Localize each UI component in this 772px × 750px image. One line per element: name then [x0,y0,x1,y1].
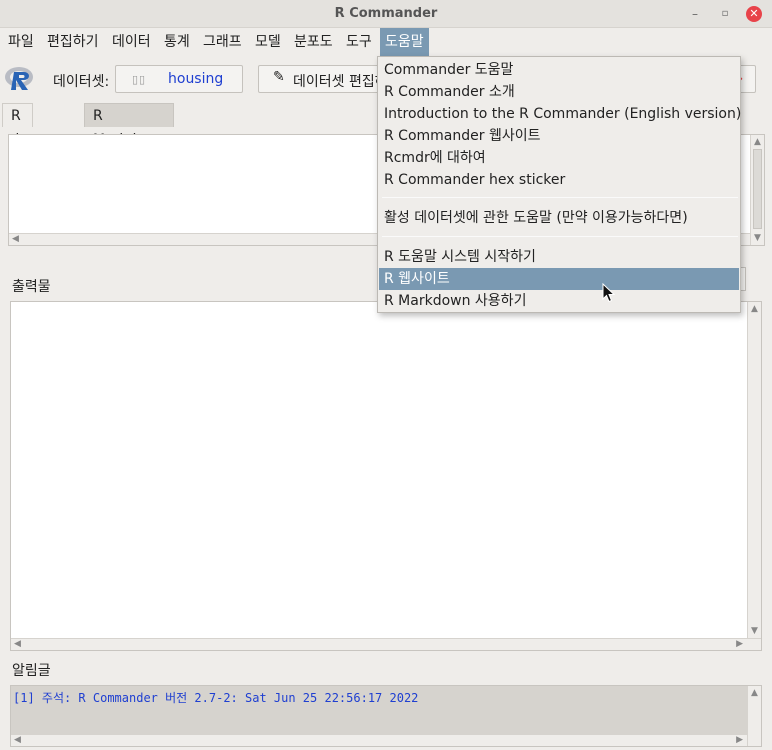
window-title: R Commander [334,6,438,21]
output-label: 출력물 [12,279,51,295]
menu-help[interactable]: 도움말 [380,28,429,56]
scroll-left-icon[interactable]: ◀ [14,735,21,745]
close-button[interactable]: ✕ [746,6,762,22]
messages-pane[interactable]: [1] 주석: R Commander 버전 2.7-2: Sat Jun 25… [10,685,762,747]
menu-item-commander-website[interactable]: R Commander 웹사이트 [379,125,739,147]
scroll-up-icon[interactable]: ▲ [754,137,761,147]
scroll-up-icon[interactable]: ▲ [751,304,758,314]
mouse-cursor-icon [602,283,616,303]
menu-separator [382,236,738,237]
menu-item-introduction-english[interactable]: Introduction to the R Commander (English… [379,103,741,125]
message-line: [1] 주석: R Commander 버전 2.7-2: Sat Jun 25… [13,691,419,705]
messages-label: 알림글 [12,663,51,679]
menu-item-active-dataset-help[interactable]: 활성 데이터셋에 관한 도움말 (만약 이용가능하다면) [379,207,739,229]
output-vertical-scrollbar[interactable]: ▲ ▼ [747,302,761,638]
script-vertical-scrollbar[interactable]: ▲ ▼ [750,135,764,245]
menu-file[interactable]: 파일 [3,28,39,56]
messages-horizontal-scrollbar[interactable]: ◀ ▶ [11,734,747,746]
menu-item-r-website[interactable]: R 웹사이트 [379,268,739,290]
menu-item-hex-sticker[interactable]: R Commander hex sticker [379,169,739,191]
scroll-down-icon[interactable]: ▼ [751,626,758,636]
title-bar: R Commander – ▫ ✕ [0,0,772,28]
messages-vertical-scrollbar[interactable]: ▲ [747,686,761,746]
tab-r-script[interactable]: R 스크립트 [2,103,33,220]
scroll-up-icon[interactable]: ▲ [751,688,758,698]
r-logo-icon [5,67,33,90]
scroll-right-icon[interactable]: ▶ [736,639,743,649]
menu-edit[interactable]: 편집하기 [42,28,104,56]
active-dataset-name: housing [168,71,224,87]
scroll-right-icon[interactable]: ▶ [736,735,743,745]
menu-item-start-r-help[interactable]: R 도움말 시스템 시작하기 [379,246,739,268]
minimize-button[interactable]: – [686,5,704,23]
menu-item-commander-help[interactable]: Commander 도움말 [379,59,739,81]
dataset-label: 데이터셋: [53,74,110,90]
pencil-icon: ✎ [273,69,285,85]
help-menu-dropdown: Commander 도움말 R Commander 소개 Introductio… [377,56,741,313]
scroll-down-icon[interactable]: ▼ [754,233,761,243]
grip-icon: ▯▯ [132,73,147,86]
scroll-left-icon[interactable]: ◀ [12,234,19,244]
menu-distributions[interactable]: 분포도 [289,28,338,56]
menu-bar: 파일 편집하기 데이터 통계 그래프 모델 분포도 도구 도움말 [0,28,772,56]
active-dataset-button[interactable]: ▯▯ housing [115,65,243,93]
edit-dataset-button[interactable]: ✎ 데이터셋 편집하기 [258,65,388,93]
menu-tools[interactable]: 도구 [341,28,377,56]
menu-item-using-r-markdown[interactable]: R Markdown 사용하기 [379,290,739,312]
scroll-left-icon[interactable]: ◀ [14,639,21,649]
menu-statistics[interactable]: 통계 [159,28,195,56]
edit-dataset-label: 데이터셋 편집하기 [293,74,387,90]
menu-item-introduction[interactable]: R Commander 소개 [379,81,739,103]
menu-graphs[interactable]: 그래프 [198,28,247,56]
menu-data[interactable]: 데이터 [107,28,156,56]
script-vscroll-thumb[interactable] [753,149,762,229]
maximize-button[interactable]: ▫ [716,5,734,23]
output-horizontal-scrollbar[interactable]: ◀ ▶ [11,638,761,650]
tab-r-markdown[interactable]: R Markdown [84,103,175,148]
menu-item-about-rcmdr[interactable]: Rcmdr에 대하여 [379,147,739,169]
output-pane[interactable]: ▲ ▼ ◀ ▶ [10,301,762,651]
menu-models[interactable]: 모델 [250,28,286,56]
menu-separator [382,197,738,198]
